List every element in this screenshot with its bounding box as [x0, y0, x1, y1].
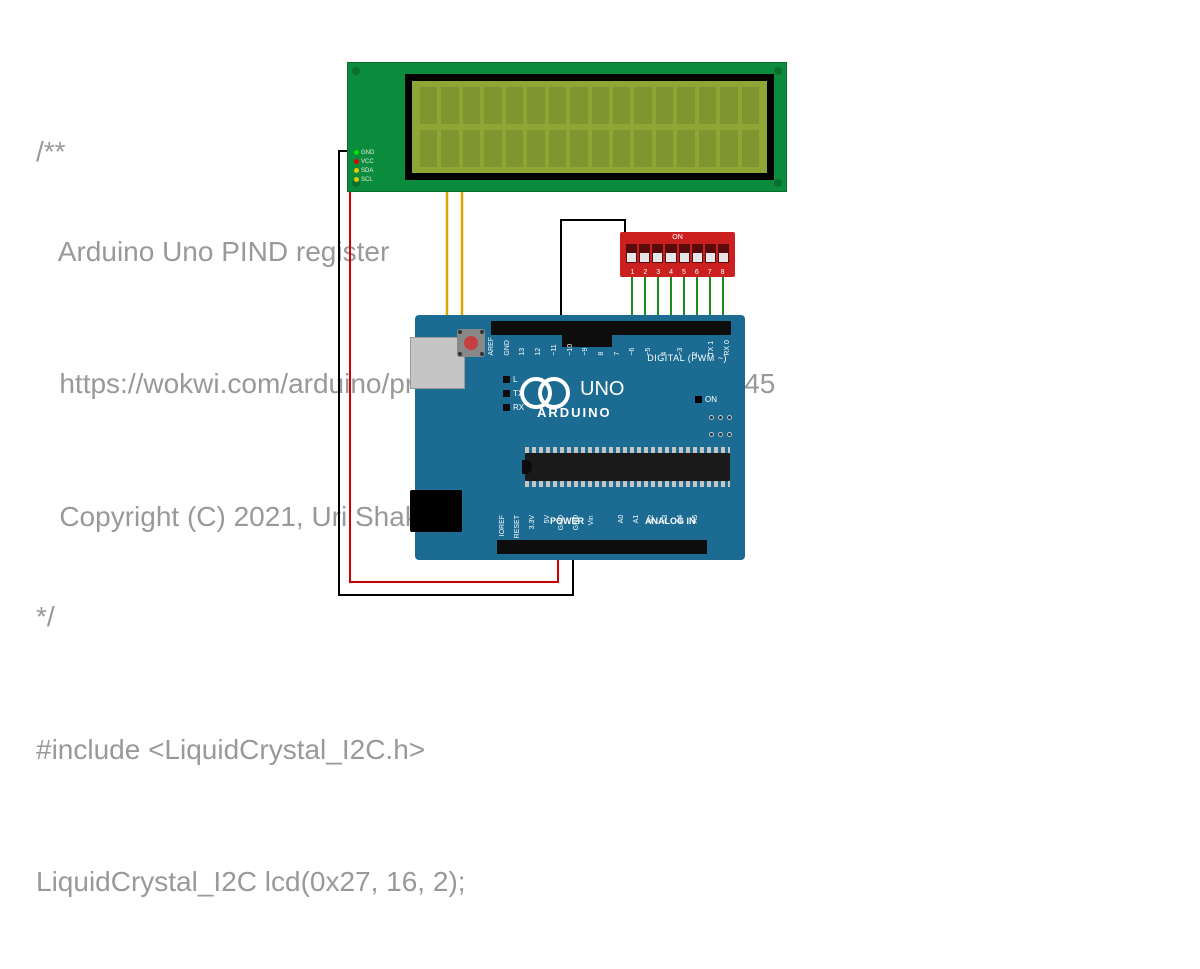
dip-switch-3[interactable] [652, 244, 663, 263]
on-led-label: ON [695, 395, 717, 404]
dip-switch-7[interactable] [705, 244, 716, 263]
arduino-logo-row: UNO [520, 377, 624, 401]
dip-switch-5[interactable] [679, 244, 690, 263]
dip-switch-8[interactable] [718, 244, 729, 263]
barrel-jack [410, 490, 462, 532]
code-line: */ [36, 602, 775, 633]
bottom-pin-labels: IOREFRESET 3.3V5V GNDGND Vin A0A1 A2A3 A… [499, 515, 707, 538]
dip-on-label: ON [620, 234, 735, 241]
icsp2-header [709, 415, 733, 445]
dip-switch-6[interactable] [692, 244, 703, 263]
dip-switch-8[interactable]: ON 12 34 56 78 [620, 232, 735, 277]
lcd-screen [412, 81, 767, 173]
dip-switch-2[interactable] [639, 244, 650, 263]
code-line: LiquidCrystal_I2C lcd(0x27, 16, 2); [36, 867, 775, 898]
dip-switch-1[interactable] [626, 244, 637, 263]
arduino-uno-board[interactable]: AREFGND 1312 ~11~10 ~98 7~6 ~54 ~32 TX 1… [415, 315, 745, 560]
reset-button[interactable] [457, 329, 485, 357]
brand-label: ARDUINO [537, 405, 612, 420]
atmega328p-chip [525, 453, 730, 481]
arduino-logo-icon [520, 377, 570, 401]
code-line: #include <LiquidCrystal_I2C.h> [36, 735, 775, 766]
dip-numbers: 12 34 56 78 [626, 269, 729, 276]
model-label: UNO [580, 378, 624, 401]
lcd-row-1 [420, 130, 759, 167]
lcd-bezel [405, 74, 774, 180]
lcd-row-0 [420, 87, 759, 124]
power-analog-pin-header[interactable] [497, 540, 707, 554]
digital-pin-header[interactable] [491, 321, 731, 335]
dip-switch-4[interactable] [665, 244, 676, 263]
digital-pwm-label: DIGITAL (PWM ~) [647, 353, 727, 363]
dip-switch-row [626, 244, 729, 263]
lcd-1602-module[interactable]: GND VCC SDA SCL [347, 62, 787, 192]
lcd-i2c-pins: GND VCC SDA SCL [354, 149, 374, 185]
